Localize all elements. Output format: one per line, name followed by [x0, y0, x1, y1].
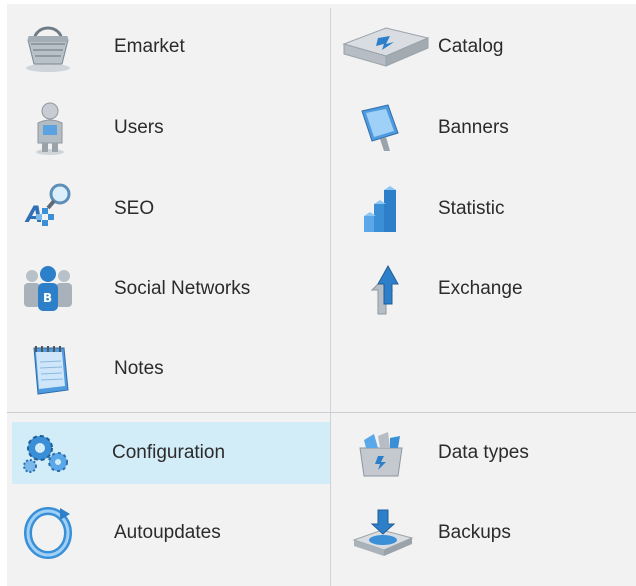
module-users[interactable]: Users — [14, 97, 330, 159]
module-autoupdates[interactable]: Autoupdates — [14, 502, 330, 564]
module-catalog[interactable]: Catalog — [340, 16, 630, 78]
module-backups[interactable]: Backups — [340, 502, 630, 564]
svg-text:B: B — [43, 291, 52, 305]
backup-tray-icon — [340, 502, 430, 564]
module-label: Catalog — [438, 36, 504, 57]
seo-magnifier-icon: A — [14, 178, 82, 240]
module-label: Social Networks — [114, 278, 251, 299]
module-seo[interactable]: A SEO — [14, 178, 330, 240]
column-divider-top — [330, 8, 331, 412]
social-people-icon: B — [14, 258, 82, 320]
module-label: SEO — [114, 198, 155, 219]
module-data-types[interactable]: Data types — [340, 422, 630, 484]
notepad-icon — [14, 338, 82, 400]
module-label: Notes — [114, 358, 164, 379]
module-label: Configuration — [112, 442, 226, 463]
banner-icon — [340, 97, 430, 159]
module-configuration[interactable]: Configuration — [12, 422, 330, 484]
section-divider — [7, 412, 636, 413]
module-label: Emarket — [114, 36, 185, 57]
module-social-networks[interactable]: B Social Networks — [14, 258, 330, 320]
column-divider-bottom — [330, 413, 331, 586]
module-emarket[interactable]: Emarket — [14, 16, 330, 78]
catalog-box-icon — [340, 16, 430, 78]
gears-icon — [12, 422, 80, 484]
shopping-basket-icon — [14, 16, 82, 78]
refresh-ring-icon — [14, 502, 82, 564]
module-label: Users — [114, 117, 164, 138]
module-label: Exchange — [438, 278, 523, 299]
module-label: Autoupdates — [114, 522, 221, 543]
exchange-arrows-icon — [340, 258, 430, 320]
module-label: Backups — [438, 522, 511, 543]
module-label: Statistic — [438, 198, 505, 219]
module-notes[interactable]: Notes — [14, 338, 330, 400]
data-types-box-icon — [340, 422, 430, 484]
module-label: Data types — [438, 442, 529, 463]
user-figure-icon — [14, 97, 82, 159]
module-label: Banners — [438, 117, 509, 138]
stats-bars-icon — [340, 178, 430, 240]
module-banners[interactable]: Banners — [340, 97, 630, 159]
module-exchange[interactable]: Exchange — [340, 258, 630, 320]
module-statistic[interactable]: Statistic — [340, 178, 630, 240]
